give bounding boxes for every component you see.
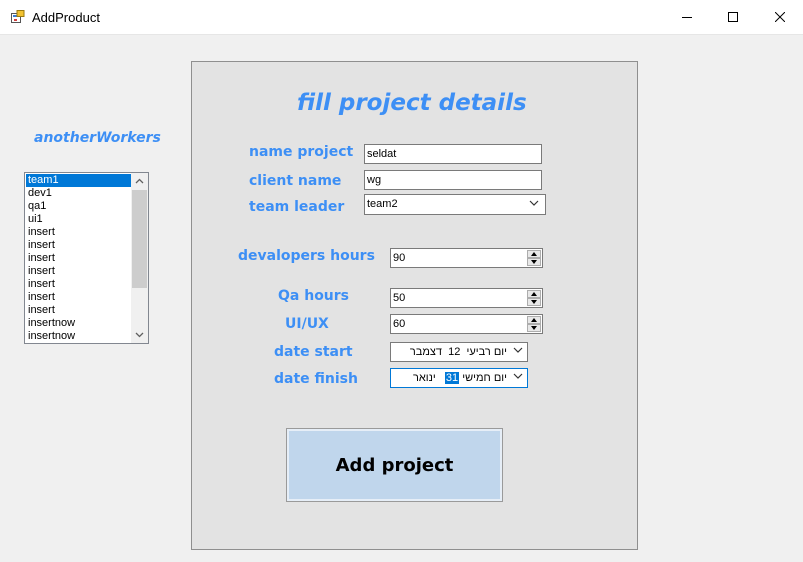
uiux-hours-stepper[interactable]: 60: [390, 314, 543, 334]
date-start-weekday: יום רביעי: [466, 346, 507, 358]
list-item[interactable]: ui1: [26, 213, 134, 226]
list-item[interactable]: insert: [26, 291, 134, 304]
date-finish-month: ינואר: [412, 372, 436, 384]
arrow-down-icon: [531, 326, 537, 330]
arrow-down-icon: [531, 300, 537, 304]
listbox-scrollbar[interactable]: [131, 173, 148, 343]
arrow-down-icon: [531, 260, 537, 264]
scroll-up-button[interactable]: [131, 173, 148, 189]
workers-listbox[interactable]: team1 dev1 qa1 ui1 insert insert insert insert i…: [24, 172, 149, 344]
scroll-thumb[interactable]: [132, 190, 147, 288]
date-finish-day: 31: [444, 372, 460, 384]
chevron-up-icon: [135, 178, 144, 184]
date-finish-value: יום חמישי 31 ינואר: [393, 369, 507, 387]
another-workers-heading: anotherWorkers: [34, 130, 161, 146]
developers-hours-stepper[interactable]: 90: [390, 248, 543, 268]
list-item[interactable]: insert: [26, 226, 134, 239]
increment-button[interactable]: [527, 290, 541, 298]
chevron-down-icon: [529, 200, 539, 206]
window-title: AddProduct: [32, 10, 100, 25]
arrow-up-icon: [531, 292, 537, 296]
workers-list: team1 dev1 qa1 ui1 insert insert insert insert i…: [26, 174, 134, 343]
date-start-day: 12: [448, 346, 461, 358]
list-item[interactable]: insert: [26, 252, 134, 265]
name-project-label: name project: [249, 144, 354, 160]
date-finish-picker[interactable]: יום חמישי 31 ינואר: [390, 368, 528, 388]
calendar-dropdown-icon: [513, 373, 523, 379]
scroll-down-button[interactable]: [131, 327, 148, 343]
minimize-button[interactable]: [664, 0, 710, 34]
list-item[interactable]: insert: [26, 239, 134, 252]
add-project-button[interactable]: Add project: [286, 428, 503, 502]
date-start-picker[interactable]: יום רביעי 12 דצמבר: [390, 342, 528, 362]
list-item[interactable]: qa1: [26, 200, 134, 213]
app-icon: [11, 10, 25, 23]
team-leader-dropdown[interactable]: team2: [364, 194, 546, 215]
developers-hours-label: devalopers hours: [238, 248, 375, 264]
project-details-panel: fill project details name project seldat…: [191, 61, 638, 550]
maximize-button[interactable]: [710, 0, 756, 34]
qa-hours-label: Qa hours: [278, 288, 350, 304]
maximize-icon: [728, 12, 738, 22]
date-finish-label: date finish: [274, 371, 358, 387]
decrement-button[interactable]: [527, 258, 541, 266]
close-button[interactable]: [757, 0, 803, 34]
panel-title: fill project details: [297, 90, 527, 116]
date-start-month: דצמבר: [409, 346, 443, 358]
team-leader-value: team2: [367, 198, 398, 210]
arrow-up-icon: [531, 252, 537, 256]
calendar-dropdown-icon: [513, 347, 523, 353]
client-name-label: client name: [249, 173, 342, 189]
arrow-up-icon: [531, 318, 537, 322]
uiux-label: UI/UX: [285, 316, 329, 332]
qa-hours-stepper[interactable]: 50: [390, 288, 543, 308]
decrement-button[interactable]: [527, 324, 541, 332]
list-item[interactable]: insert: [26, 265, 134, 278]
list-item[interactable]: insert: [26, 304, 134, 317]
date-start-label: date start: [274, 344, 353, 360]
increment-button[interactable]: [527, 250, 541, 258]
decrement-button[interactable]: [527, 298, 541, 306]
date-finish-weekday: יום חמישי: [462, 372, 507, 384]
uiux-hours-value: 60: [393, 318, 406, 330]
list-item[interactable]: dev1: [26, 187, 134, 200]
qa-hours-value: 50: [393, 292, 406, 304]
close-icon: [775, 12, 785, 22]
minimize-icon: [682, 17, 692, 18]
client-name-input[interactable]: wg: [364, 170, 542, 190]
list-item[interactable]: insert: [26, 278, 134, 291]
name-project-input[interactable]: seldat: [364, 144, 542, 164]
list-item[interactable]: insertnow: [26, 317, 134, 330]
list-item[interactable]: insertnow: [26, 330, 134, 343]
list-item[interactable]: team1: [26, 174, 134, 187]
chevron-down-icon: [135, 332, 144, 338]
increment-button[interactable]: [527, 316, 541, 324]
team-leader-label: team leader: [249, 199, 345, 215]
developers-hours-value: 90: [393, 252, 406, 264]
date-start-value: יום רביעי 12 דצמבר: [393, 343, 507, 361]
title-bar: AddProduct: [0, 0, 803, 35]
